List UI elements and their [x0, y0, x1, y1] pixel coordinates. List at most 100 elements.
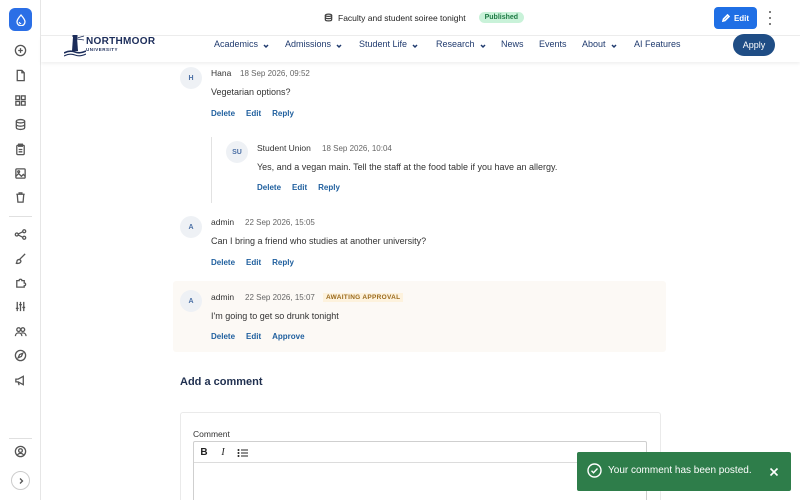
document-title-text: Faculty and student soiree tonight	[338, 12, 466, 23]
rail-divider	[9, 216, 32, 217]
approve-link[interactable]: Approve	[272, 332, 304, 341]
success-toast: Your comment has been posted.	[577, 452, 791, 491]
nav-label: Research	[436, 39, 475, 49]
comment-author: admin	[211, 292, 235, 302]
drop-logo-icon[interactable]	[9, 8, 32, 31]
avatar: H	[180, 67, 202, 89]
bullet-list-icon[interactable]	[235, 446, 249, 459]
university-logo[interactable]: NORTHMOOR UNIVERSITY	[64, 33, 184, 61]
nav-ai-features[interactable]: AI Features	[634, 39, 681, 49]
apply-button[interactable]: Apply	[733, 34, 775, 56]
comment-text: I'm going to get so drunk tonight	[211, 311, 339, 321]
status-badge: Published	[478, 12, 525, 23]
reply-link[interactable]: Reply	[272, 109, 294, 118]
sliders-icon[interactable]	[14, 300, 27, 313]
user-circle-icon[interactable]	[14, 445, 27, 458]
comment-actions: Delete Edit Reply	[211, 109, 294, 118]
nav-label: Events	[539, 39, 567, 49]
delete-link[interactable]: Delete	[211, 109, 235, 118]
nav-news[interactable]: News	[501, 39, 524, 49]
puzzle-icon[interactable]	[14, 276, 27, 289]
comment-date: 22 Sep 2026, 15:07	[245, 293, 315, 302]
brand-subtitle: UNIVERSITY	[86, 47, 119, 52]
edit-link[interactable]: Edit	[246, 332, 261, 341]
database-icon[interactable]	[14, 118, 27, 131]
delete-link[interactable]: Delete	[257, 183, 281, 192]
nav-label: Admissions	[285, 39, 332, 49]
nav-research[interactable]: Research	[436, 39, 486, 49]
nav-label: Academics	[214, 39, 259, 49]
comment-date: 18 Sep 2026, 09:52	[240, 69, 310, 78]
compass-icon[interactable]	[14, 349, 27, 362]
comment-label: Comment	[193, 429, 230, 439]
bold-button[interactable]: B	[197, 446, 211, 459]
comment-author: admin	[211, 217, 235, 227]
check-circle-icon	[587, 463, 602, 478]
edit-link[interactable]: Edit	[246, 258, 261, 267]
chevron-down-icon	[412, 41, 418, 49]
expand-rail-button[interactable]	[11, 471, 30, 490]
chevron-right-icon	[19, 477, 23, 484]
users-icon[interactable]	[14, 325, 27, 338]
chevron-down-icon	[263, 41, 269, 49]
reply-link[interactable]: Reply	[318, 183, 340, 192]
workflow-icon[interactable]	[14, 228, 27, 241]
grid-icon[interactable]	[14, 94, 27, 107]
comment-author: Student Union	[257, 143, 311, 153]
plus-circle-icon[interactable]	[14, 44, 27, 57]
edit-link[interactable]: Edit	[246, 109, 261, 118]
comment-date: 18 Sep 2026, 10:04	[322, 144, 392, 153]
chevron-down-icon	[611, 41, 617, 49]
avatar: SU	[226, 141, 248, 163]
close-icon[interactable]	[768, 465, 780, 477]
database-icon	[324, 13, 333, 22]
megaphone-icon[interactable]	[14, 374, 27, 387]
left-rail	[0, 0, 41, 500]
site-navigation: NORTHMOOR UNIVERSITY Academics Admission…	[41, 33, 800, 62]
awaiting-approval-badge: AWAITING APPROVAL	[323, 293, 404, 302]
comment-actions: Delete Edit Reply	[211, 258, 294, 267]
reply-thread-line	[211, 137, 212, 203]
comment-text: Can I bring a friend who studies at anot…	[211, 236, 427, 246]
comment-actions: Delete Edit Approve	[211, 332, 305, 341]
comment-text: Yes, and a vegan main. Tell the staff at…	[257, 162, 558, 172]
nav-label: News	[501, 39, 524, 49]
chevron-down-icon	[480, 41, 486, 49]
delete-link[interactable]: Delete	[211, 332, 235, 341]
italic-button[interactable]: I	[216, 446, 230, 459]
toast-message: Your comment has been posted.	[608, 465, 752, 476]
nav-admissions[interactable]: Admissions	[285, 39, 342, 49]
nav-label: About	[582, 39, 606, 49]
clipboard-icon[interactable]	[14, 143, 27, 156]
image-gallery-icon[interactable]	[14, 167, 27, 180]
top-bar: Faculty and student soiree tonight Publi…	[41, 0, 800, 36]
avatar: A	[180, 290, 202, 312]
file-icon[interactable]	[14, 69, 27, 82]
reply-link[interactable]: Reply	[272, 258, 294, 267]
edit-button-label: Edit	[733, 13, 750, 23]
comment-author: Hana	[211, 68, 232, 78]
nav-student-life[interactable]: Student Life	[359, 39, 418, 49]
avatar: A	[180, 216, 202, 238]
more-options-icon[interactable]	[767, 11, 773, 25]
comment-text: Vegetarian options?	[211, 87, 291, 97]
add-comment-heading: Add a comment	[180, 376, 263, 388]
comment-actions: Delete Edit Reply	[257, 183, 340, 192]
rail-divider	[9, 438, 32, 439]
nav-events[interactable]: Events	[539, 39, 567, 49]
trash-icon[interactable]	[14, 191, 27, 204]
nav-about[interactable]: About	[582, 39, 617, 49]
comment-date: 22 Sep 2026, 15:05	[245, 218, 315, 227]
document-title: Faculty and student soiree tonight Publi…	[324, 12, 525, 23]
brush-icon[interactable]	[14, 252, 27, 265]
nav-label: Student Life	[359, 39, 408, 49]
pencil-icon	[721, 14, 730, 22]
edit-link[interactable]: Edit	[292, 183, 307, 192]
nav-academics[interactable]: Academics	[214, 39, 269, 49]
chevron-down-icon	[336, 41, 342, 49]
lighthouse-logo-icon	[64, 35, 86, 57]
edit-button[interactable]: Edit	[714, 7, 757, 29]
delete-link[interactable]: Delete	[211, 258, 235, 267]
brand-name: NORTHMOOR	[86, 36, 156, 47]
nav-label: AI Features	[634, 39, 681, 49]
